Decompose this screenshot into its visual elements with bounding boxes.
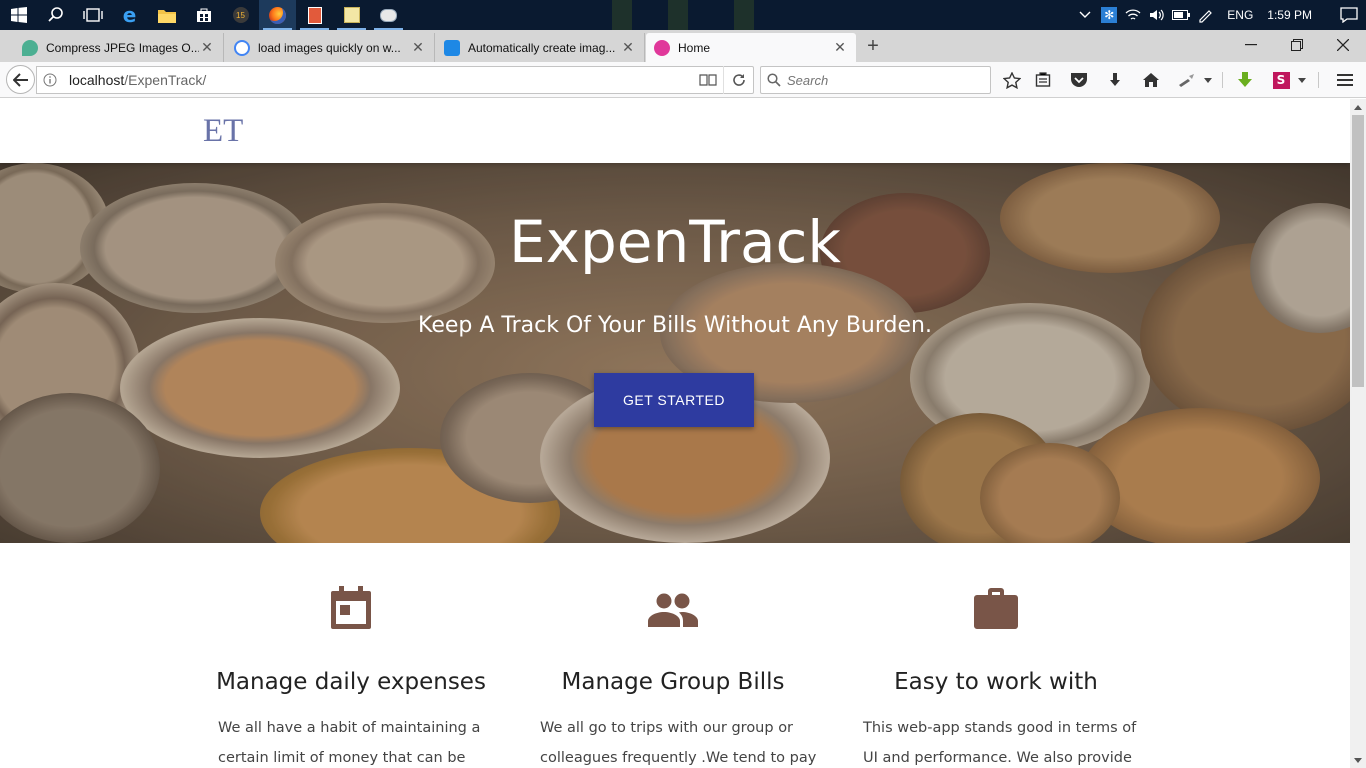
hero-title: ExpenTrack — [509, 208, 841, 276]
scroll-up-icon[interactable] — [1350, 99, 1366, 115]
site-favicon-icon — [654, 39, 670, 56]
pen-icon[interactable] — [1193, 0, 1217, 30]
url-bar[interactable]: localhost/ExpenTrack/ — [36, 66, 754, 94]
windows-start-icon[interactable] — [0, 0, 37, 30]
feature-title: Easy to work with — [894, 669, 1098, 695]
action-center-icon[interactable] — [1332, 0, 1366, 30]
developer-tools-dropdown-icon[interactable] — [1198, 66, 1218, 94]
search-icon[interactable] — [37, 0, 74, 30]
features-section: Manage daily expenses We all have a habi… — [0, 543, 1350, 768]
bookmark-star-icon[interactable] — [997, 66, 1027, 94]
get-started-button[interactable]: GET STARTED — [594, 373, 754, 427]
notes-app-icon[interactable] — [333, 0, 370, 30]
close-window-button[interactable] — [1320, 30, 1366, 60]
back-button[interactable] — [6, 65, 35, 94]
search-input[interactable] — [787, 72, 977, 88]
file-explorer-icon[interactable] — [148, 0, 185, 30]
volume-icon[interactable] — [1145, 0, 1169, 30]
new-tab-button[interactable]: + — [862, 33, 884, 59]
feature-description: We all go to trips with our group or col… — [540, 720, 817, 766]
restore-window-button[interactable] — [1274, 30, 1320, 60]
cloud-favicon-icon — [444, 39, 460, 56]
network-app-icon[interactable] — [370, 0, 407, 30]
taskbar-background-decoration — [612, 0, 632, 30]
reader-view-icon[interactable] — [693, 66, 723, 94]
feature-title: Manage Group Bills — [561, 669, 785, 695]
home-icon[interactable] — [1136, 66, 1166, 94]
feature-description: We all have a habit of maintaining a cer… — [218, 720, 481, 766]
tab-load-images[interactable]: load images quickly on w... ✕ — [226, 33, 435, 62]
firefox-icon[interactable] — [259, 0, 296, 30]
system-tray: ✻ ENG 1:59 PM — [1073, 0, 1366, 30]
site-navbar: ET — [0, 99, 1350, 163]
search-bar[interactable] — [760, 66, 991, 94]
downloads-icon[interactable] — [1100, 66, 1130, 94]
browser-navigation-bar: localhost/ExpenTrack/ S — [0, 62, 1366, 98]
tab-close-icon[interactable]: ✕ — [410, 39, 426, 56]
bookmarks-library-icon[interactable] — [1028, 66, 1058, 94]
app-15-icon[interactable]: 15 — [222, 0, 259, 30]
edge-browser-icon[interactable]: e — [111, 0, 148, 30]
url-host: localhost — [69, 72, 125, 88]
snowflake-app-icon[interactable]: ✻ — [1097, 0, 1121, 30]
group-icon — [513, 585, 833, 635]
taskbar-apps: e 15 — [0, 0, 407, 30]
scroll-down-icon[interactable] — [1350, 752, 1366, 768]
windows-taskbar: e 15 ✻ ENG 1:59 PM — [0, 0, 1366, 30]
tab-compress-jpeg[interactable]: Compress JPEG Images O... ✕ — [14, 33, 224, 62]
hamburger-menu-icon[interactable] — [1330, 66, 1360, 94]
scrollbar-thumb[interactable] — [1352, 115, 1364, 387]
page-viewport: ET ExpenTrack Keep A Track Of Your Bills… — [0, 99, 1350, 768]
site-info-icon[interactable] — [37, 73, 63, 87]
url-text[interactable]: localhost/ExpenTrack/ — [63, 72, 693, 88]
tab-home[interactable]: Home ✕ — [646, 33, 856, 62]
hero-banner: ExpenTrack Keep A Track Of Your Bills Wi… — [0, 163, 1350, 543]
feature-description: This web-app stands good in terms of UI … — [863, 720, 1137, 766]
google-favicon-icon — [234, 39, 250, 56]
taskbar-background-decoration — [668, 0, 688, 30]
tab-automatically-create[interactable]: Automatically create imag... ✕ — [436, 33, 645, 62]
show-hidden-icons-chevron-icon[interactable] — [1073, 0, 1097, 30]
minimize-window-button[interactable] — [1228, 30, 1274, 60]
browser-tab-strip: Compress JPEG Images O... ✕ load images … — [0, 30, 1366, 62]
taskbar-background-decoration — [734, 0, 754, 30]
page-scrollbar[interactable] — [1350, 99, 1366, 768]
briefcase-icon — [836, 585, 1156, 635]
reload-icon[interactable] — [723, 66, 753, 94]
tab-favicon-icon — [22, 39, 38, 56]
download-manager-extension-icon[interactable] — [1230, 66, 1260, 94]
document-app-icon[interactable] — [296, 0, 333, 30]
taskbar-clock[interactable]: 1:59 PM — [1267, 8, 1312, 22]
store-icon[interactable] — [185, 0, 222, 30]
tab-close-icon[interactable]: ✕ — [199, 39, 215, 56]
hero-subtitle: Keep A Track Of Your Bills Without Any B… — [418, 313, 932, 338]
extension-dropdown-icon[interactable] — [1292, 66, 1312, 94]
toolbar-separator — [1318, 72, 1319, 88]
tab-close-icon[interactable]: ✕ — [832, 39, 848, 56]
feature-title: Manage daily expenses — [216, 669, 486, 695]
url-path: /ExpenTrack/ — [124, 72, 207, 88]
search-magnifier-icon — [767, 73, 781, 87]
input-language[interactable]: ENG — [1227, 8, 1253, 22]
task-view-icon[interactable] — [74, 0, 111, 30]
pocket-icon[interactable] — [1064, 66, 1094, 94]
toolbar-separator — [1222, 72, 1223, 88]
back-arrow-icon — [12, 72, 28, 87]
calendar-icon — [191, 585, 511, 635]
battery-icon[interactable] — [1169, 0, 1193, 30]
wifi-icon[interactable] — [1121, 0, 1145, 30]
tab-close-icon[interactable]: ✕ — [620, 39, 636, 56]
site-logo[interactable]: ET — [203, 113, 243, 150]
